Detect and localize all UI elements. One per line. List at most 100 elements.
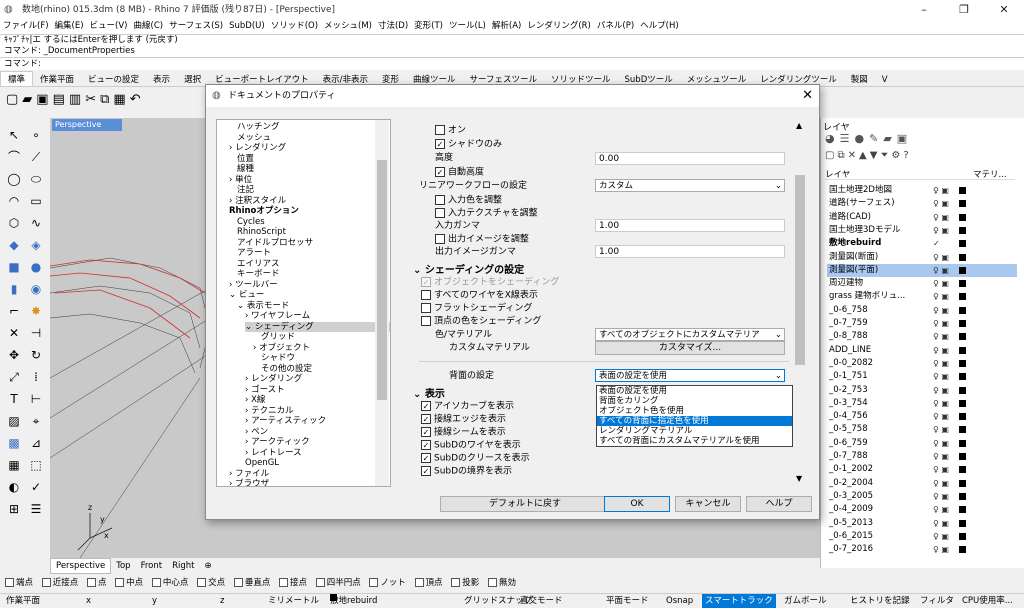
layer-row[interactable]: _0-2_2004 ♀ ▣ [827,477,1017,490]
copy-icon[interactable]: ⧉ [100,92,113,107]
layer-color-swatch[interactable] [959,413,966,421]
layer-row[interactable]: 周辺建物 ♀ ▣ [827,277,1017,290]
auto-height-checkbox[interactable]: ✓ 自動高度 [435,167,484,179]
cut-icon[interactable]: ✂ [85,92,100,107]
current-layer-check-icon[interactable]: ✓ [933,237,940,250]
tree-item[interactable]: › アークティック [245,437,310,448]
vertex-color-shading-checkbox[interactable]: 頂点の色をシェーディング [421,316,541,328]
tree-item[interactable]: › ツールバー [229,280,278,291]
input-gamma-input[interactable]: 1.00 [595,219,785,232]
add-viewport-icon[interactable]: ⊕ [199,559,216,573]
viewport-tab-top[interactable]: Top [111,559,135,573]
layer-color-swatch[interactable] [959,466,966,474]
layer-row[interactable]: _0-5_2013 ♀ ▣ [827,517,1017,530]
tangent-seams-checkbox[interactable]: ✓ 接線シームを表示 [421,427,506,439]
rectangle-icon[interactable]: ▭ [26,192,46,210]
lightbulb-lock-icon[interactable]: ♀ ▣ [933,410,949,423]
block-icon[interactable]: ⬚ [26,456,46,474]
tab-select[interactable]: 選択 [177,72,208,86]
tree-item[interactable]: › ペン [245,427,268,438]
text-icon[interactable]: T [4,390,24,408]
tree-item[interactable]: › X線 [245,395,265,406]
lightbulb-lock-icon[interactable]: ♀ ▣ [933,397,949,410]
output-gamma-input[interactable]: 1.00 [595,245,785,258]
lightbulb-lock-icon[interactable]: ♀ ▣ [933,503,949,516]
ellipse-icon[interactable]: ⬭ [26,170,46,188]
save-icon[interactable]: ▣ [36,92,52,107]
print-icon[interactable]: ▤ [53,92,69,107]
lightbulb-lock-icon[interactable]: ♀ ▣ [933,197,949,210]
layer-header-name[interactable]: レイヤ [825,170,850,180]
lightbulb-lock-icon[interactable]: ♀ ▣ [933,463,949,476]
help-icon[interactable]: ? [903,150,911,161]
layer-color-swatch[interactable] [959,439,966,447]
flat-shading-checkbox[interactable]: フラットシェーディング [421,303,532,315]
hatch-icon[interactable]: ▨ [4,412,24,430]
backface-select[interactable]: 表面の設定を使用 ⌄ [595,369,785,382]
lightbulb-lock-icon[interactable]: ♀ ▣ [933,450,949,463]
extrude-icon[interactable]: ◈ [26,236,46,254]
settings-scroll-thumb[interactable] [795,175,805,365]
color-material-select[interactable]: すべてのオブジェクトにカスタムマテリア ⌄ [595,328,785,341]
osnap-quadrant[interactable]: 四半円点 [315,574,361,592]
layer-color-swatch[interactable] [959,293,966,301]
layer-color-swatch[interactable] [959,213,966,221]
check-icon[interactable]: ✓ [26,478,46,496]
menu-curve[interactable]: 曲線(C) [131,18,167,34]
viewport-tab-right[interactable]: Right [167,559,199,573]
layer-row[interactable]: _0-7_788 ♀ ▣ [827,450,1017,463]
lightbulb-lock-icon[interactable]: ♀ ▣ [933,384,949,397]
layers-icon[interactable]: ☰ [840,132,855,145]
osnap-disable[interactable]: 無効 [487,574,516,592]
lightbulb-lock-icon[interactable]: ♀ ▣ [933,251,949,264]
shading-section-header[interactable]: ⌄ シェーディングの設定 [413,261,524,276]
lightbulb-lock-icon[interactable]: ♀ ▣ [933,490,949,503]
osnap-point[interactable]: 点 [86,574,106,592]
shade-objects-checkbox[interactable]: ✓ オブジェクトをシェーディング [421,277,559,289]
display-section-header[interactable]: ⌄ 表示 [413,385,445,400]
tree-item[interactable]: アイドルプロセッサ [229,238,313,249]
tangent-edges-checkbox[interactable]: ✓ 接線エッジを表示 [421,414,506,426]
move-down-icon[interactable]: ▼ [870,150,881,161]
dropdown-option[interactable]: 背面をカリング [597,396,792,406]
tab-more[interactable]: V [875,72,895,86]
dropdown-option[interactable]: すべての背面にカスタムマテリアルを使用 [597,436,792,446]
split-icon[interactable]: ⊣ [26,324,46,342]
layer-row[interactable]: 測量図(平面) ♀ ▣ [827,263,1017,277]
tree-item[interactable]: グリッド [253,332,295,343]
box-icon[interactable]: ■ [4,258,24,276]
filter-icon[interactable]: ⏷ [880,150,891,161]
layer-row[interactable]: 道路(サーフェス) ♀ ▣ [827,197,1017,210]
arc-icon[interactable]: ◠ [4,192,24,210]
menu-mesh[interactable]: メッシュ(M) [321,18,375,34]
lightbulb-lock-icon[interactable]: ♀ ▣ [933,330,949,343]
adjust-output-image-checkbox[interactable]: 出力イメージを調整 [435,234,529,246]
layer-row[interactable]: _0-3_754 ♀ ▣ [827,397,1017,410]
lightbulb-lock-icon[interactable]: ♀ ▣ [933,184,949,197]
layer-color-swatch[interactable] [959,386,966,394]
tree-item[interactable]: › 注釈スタイル [229,196,286,207]
layer-row[interactable]: ADD_LINE ♀ ▣ [827,344,1017,357]
explode-icon[interactable]: ✸ [26,302,46,320]
settings-scrollbar[interactable]: ▲ ▼ [794,119,806,487]
layer-color-swatch[interactable] [959,320,966,327]
layer-color-swatch[interactable] [959,399,966,407]
tree-item[interactable]: › レイトレース [245,448,302,459]
tree-item[interactable]: › ゴースト [245,385,285,396]
layer-color-swatch[interactable] [959,200,966,208]
lightbulb-lock-icon[interactable]: ♀ ▣ [933,423,949,436]
osnap-project[interactable]: 投影 [451,574,479,592]
tree-item[interactable]: アラート [229,248,271,259]
menu-transform[interactable]: 変形(T) [411,18,446,34]
layer-row[interactable]: _0-5_758 ♀ ▣ [827,423,1017,436]
status-planar[interactable]: 平面モード [606,594,649,608]
lightbulb-lock-icon[interactable]: ♀ ▣ [933,344,949,357]
layer-color-swatch[interactable] [959,453,966,460]
layer-color-swatch[interactable] [959,346,966,354]
dropdown-option-highlighted[interactable]: すべての背面に指定色を使用 [597,416,792,426]
tree-item[interactable]: ハッチング [229,122,280,133]
tree-item[interactable]: ⌄ 表示モード [237,301,289,312]
osnap-intersection[interactable]: 交点 [197,574,225,592]
new-file-icon[interactable]: ▢ [6,92,22,107]
cylinder-icon[interactable]: ▮ [4,280,24,298]
